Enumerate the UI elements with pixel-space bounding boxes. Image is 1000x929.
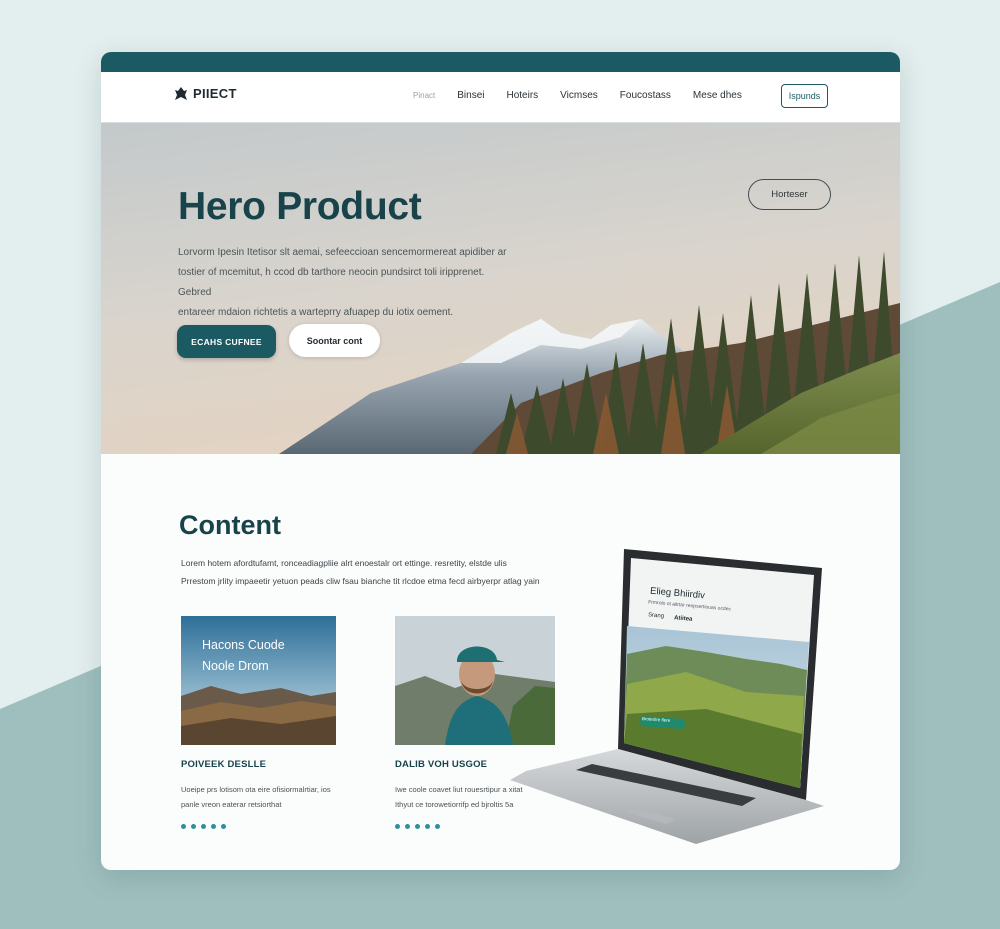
laptop-mockup: Elieg Bhiirdiv Frmrolo ot ailrtar reopse… xyxy=(506,544,826,844)
card-title: POIVEEK DESLLE xyxy=(181,759,267,770)
hero-text-line: entareer mdaion richtetis a warteprry af… xyxy=(178,307,454,318)
navbar: PIIECT Pinact Binsei Hoteirs Vicmses Fou… xyxy=(101,72,900,123)
hero-text-line: tostier of mcemitut, h ccod db tarthore … xyxy=(178,267,485,298)
carousel-dots[interactable] xyxy=(181,824,341,829)
card-desc-line: Uoeipe prs lotisom ota eire ofisiormalrt… xyxy=(181,785,331,794)
hero-primary-button[interactable]: ECAHS CUFNEE xyxy=(177,325,276,358)
logo[interactable]: PIIECT xyxy=(175,86,237,101)
hero-description: Lorvorm Ipesin Itetisor slt aemai, sefee… xyxy=(178,243,508,323)
nav-item-5[interactable]: Foucostass xyxy=(620,90,671,101)
website-mockup: PIIECT Pinact Binsei Hoteirs Vicmses Fou… xyxy=(101,52,900,870)
content-section: Content Lorem hotem afordtufamt, roncead… xyxy=(101,454,900,870)
nav-item-6[interactable]: Mese dhes xyxy=(693,90,742,101)
content-title: Content xyxy=(179,510,281,540)
carousel-dot[interactable] xyxy=(395,824,400,829)
laptop-screen-tag: Srang xyxy=(647,612,665,620)
nav-cta-button[interactable]: Ispunds xyxy=(781,84,828,108)
carousel-dot[interactable] xyxy=(201,824,206,829)
top-accent-bar xyxy=(101,52,900,72)
content-text-line: Prrestom jrlity impaeetir yetuon peads c… xyxy=(181,576,540,586)
hero-section: Hero Product Lorvorm Ipesin Itetisor slt… xyxy=(101,123,900,454)
carousel-dot[interactable] xyxy=(415,824,420,829)
hero-title: Hero Product xyxy=(178,185,422,228)
nav-item-3[interactable]: Hoteirs xyxy=(506,90,538,101)
card-image-caption: Hacons Cuode Noole Drom xyxy=(202,635,285,677)
caption-line: Noole Drom xyxy=(202,659,269,673)
content-card[interactable]: Hacons Cuode Noole Drom POIVEEK DESLLE U… xyxy=(181,616,341,829)
card-image: Hacons Cuode Noole Drom xyxy=(181,616,336,745)
carousel-dot[interactable] xyxy=(211,824,216,829)
carousel-dot[interactable] xyxy=(221,824,226,829)
card-description: Uoeipe prs lotisom ota eire ofisiormalrt… xyxy=(181,782,341,812)
nav-item-1[interactable]: Pinact xyxy=(413,91,435,101)
nav-item-2[interactable]: Binsei xyxy=(457,90,484,101)
caption-line: Hacons Cuode xyxy=(202,638,285,652)
hero-secondary-button[interactable]: Soontar cont xyxy=(289,324,380,357)
carousel-dot[interactable] xyxy=(191,824,196,829)
card-desc-line: panle vreon eaterar retsiorthat xyxy=(181,800,282,809)
logo-text: PIIECT xyxy=(193,86,237,101)
carousel-dot[interactable] xyxy=(181,824,186,829)
carousel-dot[interactable] xyxy=(435,824,440,829)
hero-text-line: Lorvorm Ipesin Itetisor slt aemai, sefee… xyxy=(178,247,507,258)
nav-item-4[interactable]: Vicmses xyxy=(560,90,598,101)
brand-icon xyxy=(175,86,187,100)
carousel-dot[interactable] xyxy=(405,824,410,829)
content-text-line: Lorem hotem afordtufamt, ronceadiagpliie… xyxy=(181,558,507,568)
carousel-dot[interactable] xyxy=(425,824,430,829)
hero-outline-button[interactable]: Horteser xyxy=(748,179,831,210)
nav-menu: Pinact Binsei Hoteirs Vicmses Foucostass… xyxy=(413,90,764,101)
